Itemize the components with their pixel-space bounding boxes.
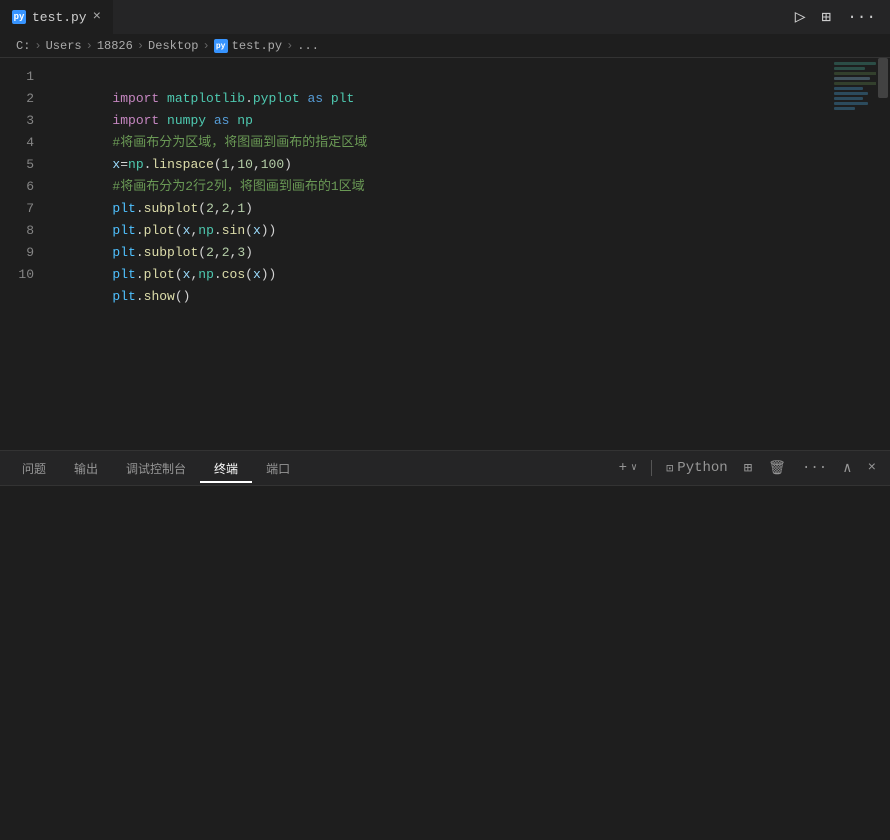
tab-debug-console[interactable]: 调试控制台 <box>112 454 200 483</box>
tab-terminal[interactable]: 终端 <box>200 454 252 483</box>
file-tab[interactable]: py test.py × <box>0 0 114 34</box>
trash-icon: 🗑 <box>768 460 786 477</box>
tab-ports[interactable]: 端口 <box>252 454 304 483</box>
line-num-10: 10 <box>0 264 34 286</box>
tab-problems-label: 问题 <box>22 463 46 477</box>
plus-icon: + <box>619 460 627 476</box>
bottom-panel: 问题 输出 调试控制台 终端 端口 + ∨ ⊡ Python ⊞ <box>0 450 890 840</box>
line-numbers: 1 2 3 4 5 6 7 8 9 10 <box>0 58 50 430</box>
terminal-icon: ⊡ <box>666 461 673 476</box>
panel-tab-bar: 问题 输出 调试控制台 终端 端口 + ∨ ⊡ Python ⊞ <box>0 451 890 486</box>
tab-bar: py test.py × ▷ ⊞ ··· <box>0 0 890 35</box>
panel-close-button[interactable]: × <box>862 458 882 478</box>
line-num-3: 3 <box>0 110 34 132</box>
terminal-language-label: Python <box>677 460 727 476</box>
vertical-scrollbar[interactable] <box>876 58 890 450</box>
separator <box>651 460 652 476</box>
tab-bar-actions: ▷ ⊞ ··· <box>789 4 890 30</box>
tab-debug-console-label: 调试控制台 <box>126 463 186 477</box>
new-terminal-button[interactable]: + ∨ <box>613 458 643 478</box>
breadcrumb: C: › Users › 18826 › Desktop › py test.p… <box>0 35 890 58</box>
breadcrumb-18826: 18826 <box>97 39 133 53</box>
breadcrumb-ellipsis: ... <box>297 39 319 53</box>
line-num-4: 4 <box>0 132 34 154</box>
tab-problems[interactable]: 问题 <box>8 454 60 483</box>
kill-terminal-button[interactable]: 🗑 <box>762 458 792 479</box>
tab-output-label: 输出 <box>74 463 98 477</box>
line-num-2: 2 <box>0 88 34 110</box>
line-num-5: 5 <box>0 154 34 176</box>
run-button[interactable]: ▷ <box>789 4 812 30</box>
line-num-7: 7 <box>0 198 34 220</box>
breadcrumb-file-icon: py <box>214 39 228 53</box>
code-container[interactable]: 1 2 3 4 5 6 7 8 9 10 import matplotlib.p… <box>0 58 876 450</box>
chevron-up-icon: ∧ <box>843 460 851 477</box>
more-icon: ··· <box>802 460 827 476</box>
tab-output[interactable]: 输出 <box>60 454 112 483</box>
split-terminal-button[interactable]: ⊞ <box>738 458 758 479</box>
breadcrumb-c: C: <box>16 39 30 53</box>
tab-terminal-label: 终端 <box>214 463 238 477</box>
python-file-icon: py <box>12 10 26 24</box>
panel-actions: + ∨ ⊡ Python ⊞ 🗑 ··· ∧ × <box>613 458 882 479</box>
breadcrumb-users: Users <box>46 39 82 53</box>
panel-collapse-button[interactable]: ∧ <box>837 458 857 479</box>
line-num-8: 8 <box>0 220 34 242</box>
breadcrumb-filename: test.py <box>232 39 282 53</box>
breadcrumb-desktop: Desktop <box>148 39 198 53</box>
tab-filename: test.py <box>32 10 87 25</box>
code-line-1: import matplotlib.pyplot as plt <box>50 66 876 88</box>
tab-ports-label: 端口 <box>266 463 290 477</box>
terminal-type-button[interactable]: ⊡ Python <box>660 458 734 478</box>
code-lines: import matplotlib.pyplot as plt import n… <box>50 58 876 430</box>
scrollbar-thumb[interactable] <box>878 58 888 98</box>
close-icon: × <box>868 460 876 476</box>
editor-area: 1 2 3 4 5 6 7 8 9 10 import matplotlib.p… <box>0 58 890 450</box>
split-editor-button[interactable]: ⊞ <box>816 5 838 29</box>
line-num-1: 1 <box>0 66 34 88</box>
panel-more-button[interactable]: ··· <box>796 458 833 478</box>
line-num-6: 6 <box>0 176 34 198</box>
tab-close-button[interactable]: × <box>93 9 101 25</box>
line-num-9: 9 <box>0 242 34 264</box>
dropdown-icon: ∨ <box>631 462 637 474</box>
more-actions-button[interactable]: ··· <box>841 6 882 28</box>
terminal-content[interactable] <box>0 486 890 840</box>
split-icon: ⊞ <box>744 460 752 477</box>
